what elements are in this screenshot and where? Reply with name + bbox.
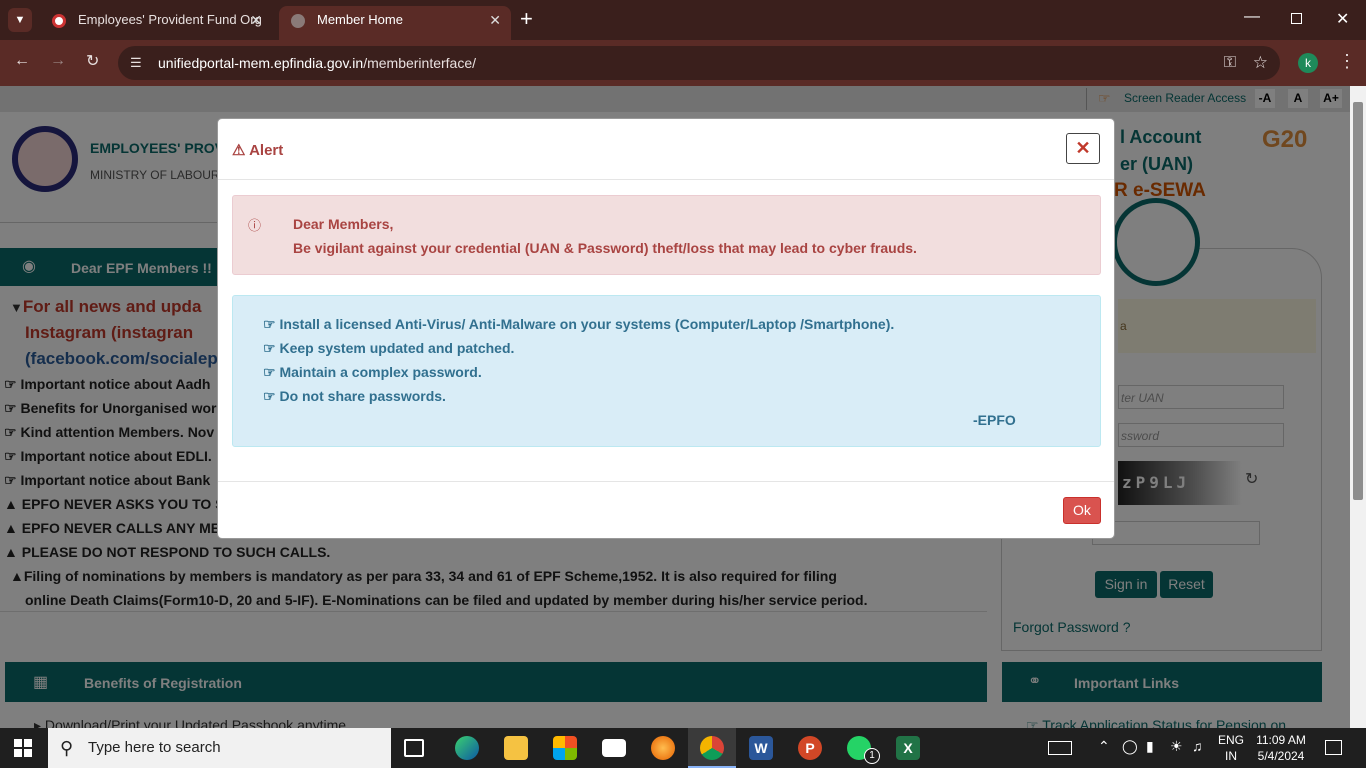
reload-icon[interactable]: ↻ xyxy=(86,51,99,71)
url-host: unifiedportal-mem.epfindia.gov.in xyxy=(158,55,364,71)
word-icon[interactable]: W xyxy=(749,736,773,760)
new-tab-button[interactable]: + xyxy=(520,6,533,32)
minimize-button[interactable]: — xyxy=(1244,8,1260,26)
keyboard-icon[interactable] xyxy=(1048,741,1072,755)
firefox-icon[interactable] xyxy=(651,736,675,760)
modal-title: ⚠ Alert xyxy=(232,142,284,159)
profile-avatar[interactable]: k xyxy=(1298,53,1318,73)
microsoft-store-icon[interactable] xyxy=(553,736,577,760)
browser-tab-epfo[interactable]: Employees' Provident Fund Org ✕ xyxy=(40,6,272,40)
alert-modal: ⚠ Alert ✕ ⓘ Dear Members, Be vigilant ag… xyxy=(217,118,1115,539)
danger-alert: ⓘ Dear Members, Be vigilant against your… xyxy=(232,195,1101,275)
modal-footer-divider xyxy=(218,481,1114,482)
file-explorer-icon[interactable] xyxy=(504,736,528,760)
mail-icon[interactable] xyxy=(602,739,626,757)
security-tip: ☞ Do not share passwords. xyxy=(263,388,446,404)
notifications-icon[interactable] xyxy=(1325,740,1342,755)
volume-icon[interactable]: ♫ xyxy=(1192,738,1203,754)
close-tab-icon[interactable]: ✕ xyxy=(250,6,262,34)
scrollbar-thumb[interactable] xyxy=(1353,102,1363,500)
password-key-icon[interactable]: ⚿ xyxy=(1224,46,1236,80)
browser-toolbar: ← → ↻ ☰ unifiedportal-mem.epfindia.gov.i… xyxy=(0,40,1366,86)
globe-icon xyxy=(291,14,305,28)
close-window-button[interactable]: ✕ xyxy=(1336,9,1349,29)
epfo-favicon-icon xyxy=(52,14,66,28)
browser-tab-member-home[interactable]: Member Home ✕ xyxy=(279,6,511,40)
address-bar[interactable]: ☰ unifiedportal-mem.epfindia.gov.in/memb… xyxy=(118,46,1280,80)
whatsapp-badge: 1 xyxy=(864,748,880,764)
modal-close-button[interactable]: ✕ xyxy=(1066,133,1100,164)
menu-kebab-icon[interactable]: ⋮ xyxy=(1338,51,1356,72)
security-tip: ☞ Maintain a complex password. xyxy=(263,364,482,380)
close-tab-icon[interactable]: ✕ xyxy=(489,6,501,34)
clock-date: 5/4/2024 xyxy=(1257,749,1305,763)
bookmark-star-icon[interactable]: ☆ xyxy=(1253,46,1268,80)
info-alert: ☞ Install a licensed Anti-Virus/ Anti-Ma… xyxy=(232,295,1101,447)
page-scrollbar[interactable] xyxy=(1350,86,1366,728)
site-info-icon[interactable]: ☰ xyxy=(130,46,142,80)
search-placeholder: Type here to search xyxy=(88,739,221,756)
clock-time: 11:09 AM xyxy=(1256,733,1306,747)
chrome-icon[interactable] xyxy=(700,736,724,760)
forward-icon[interactable]: → xyxy=(50,52,66,70)
powerpoint-icon[interactable]: P xyxy=(798,736,822,760)
chevron-up-icon[interactable]: ⌃ xyxy=(1098,738,1110,755)
wifi-icon[interactable]: ☀ xyxy=(1170,738,1183,755)
signature: -EPFO xyxy=(973,412,1016,428)
url-path: /memberinterface/ xyxy=(363,55,477,71)
edge-icon[interactable] xyxy=(455,736,479,760)
ok-button[interactable]: Ok xyxy=(1063,497,1101,524)
tab-title: Member Home xyxy=(317,12,403,27)
warning-icon: ⚠ xyxy=(232,142,246,159)
search-icon: ⚲ xyxy=(60,738,74,758)
tab-title: Employees' Provident Fund Org xyxy=(78,12,262,27)
windows-start-icon[interactable] xyxy=(14,739,32,757)
meet-now-icon[interactable]: ◯ xyxy=(1122,738,1138,755)
security-tip: ☞ Install a licensed Anti-Virus/ Anti-Ma… xyxy=(263,316,895,332)
restore-button[interactable] xyxy=(1291,13,1302,24)
danger-greeting: Dear Members, xyxy=(293,216,394,232)
language-indicator[interactable]: ENG IN xyxy=(1218,732,1244,764)
tab-search-button[interactable]: ▼ xyxy=(8,8,32,32)
security-tip: ☞ Keep system updated and patched. xyxy=(263,340,515,356)
browser-tab-bar: ▼ Employees' Provident Fund Org ✕ Member… xyxy=(0,0,1366,40)
clock[interactable]: 11:09 AM 5/4/2024 xyxy=(1252,732,1310,764)
taskbar-search-box[interactable]: ⚲ Type here to search xyxy=(48,728,391,768)
excel-icon[interactable]: X xyxy=(896,736,920,760)
task-view-icon[interactable] xyxy=(404,739,424,757)
modal-header-divider xyxy=(218,179,1114,180)
back-icon[interactable]: ← xyxy=(14,52,30,70)
windows-taskbar: ⚲ Type here to search W P 1 X ⌃ ◯ ▮ ☀ ♫ … xyxy=(0,728,1366,768)
danger-message: Be vigilant against your credential (UAN… xyxy=(293,240,917,256)
battery-icon[interactable]: ▮ xyxy=(1146,738,1154,755)
info-circle-icon: ⓘ xyxy=(248,218,262,233)
